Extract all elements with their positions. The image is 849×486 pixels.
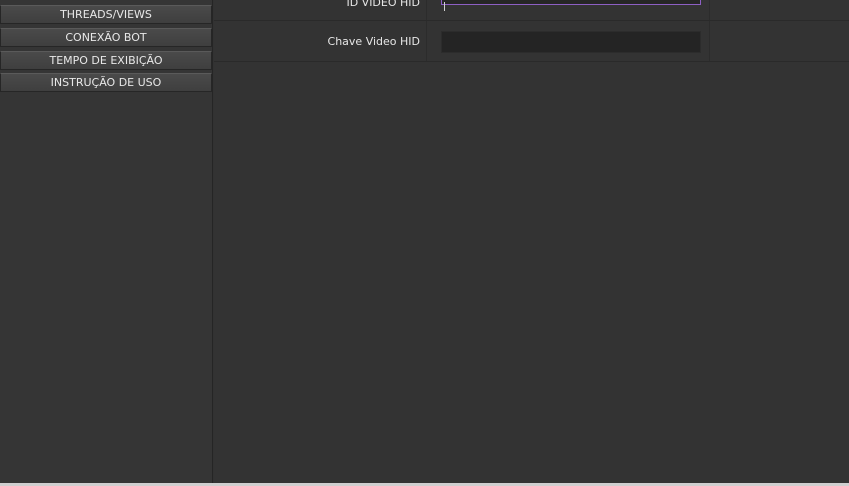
id-video-label: ID VIDEO HID bbox=[214, 0, 427, 20]
column-divider bbox=[709, 0, 710, 20]
chave-video-input[interactable] bbox=[441, 31, 701, 53]
sidebar-item-conexao-bot[interactable]: CONEXÃO BOT bbox=[0, 28, 212, 47]
chave-video-label: Chave Video HID bbox=[214, 21, 427, 61]
sidebar: THREADS/VIEWS CONEXÃO BOT TEMPO DE EXIBI… bbox=[0, 0, 213, 483]
form-row-id-video: ID VIDEO HID bbox=[214, 0, 849, 21]
settings-panel: ID VIDEO HID Chave Video HID bbox=[214, 0, 849, 483]
form-row-chave-video: Chave Video HID bbox=[214, 21, 849, 62]
text-caret bbox=[444, 2, 445, 11]
sidebar-item-instrucao-de-uso[interactable]: INSTRUÇÃO DE USO bbox=[0, 73, 212, 92]
sidebar-item-tempo-de-exibicao[interactable]: TEMPO DE EXIBIÇÃO bbox=[0, 51, 212, 70]
sidebar-item-threads-views[interactable]: THREADS/VIEWS bbox=[0, 5, 212, 24]
column-divider bbox=[709, 21, 710, 61]
id-video-input[interactable] bbox=[441, 0, 701, 5]
